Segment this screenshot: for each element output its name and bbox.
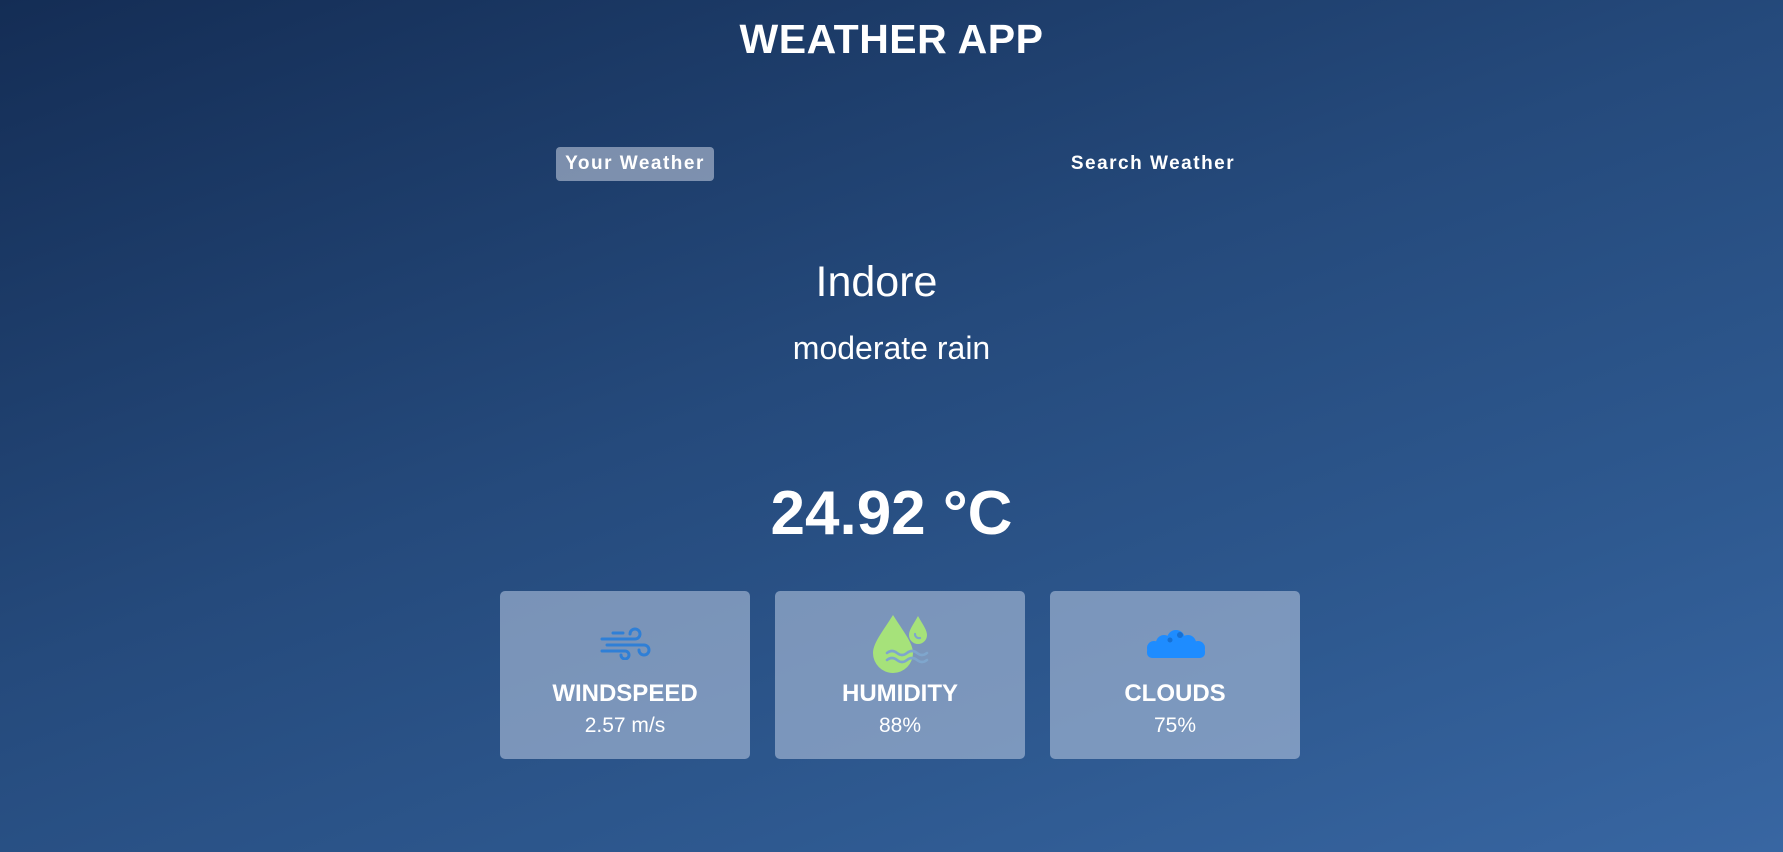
city-name: Indore — [815, 258, 938, 306]
humidity-value: 88% — [878, 714, 922, 737]
app-title: WEATHER APP — [739, 16, 1044, 62]
temperature: 24.92 °C — [770, 479, 1013, 548]
humidity-icon — [775, 613, 1025, 673]
windspeed-label: WINDSPEED — [552, 680, 698, 707]
clouds-value: 75% — [1153, 714, 1197, 737]
humidity-label: HUMIDITY — [842, 680, 958, 707]
humidity-card: HUMIDITY 88% — [775, 591, 1025, 759]
weather-description: moderate rain — [792, 330, 991, 366]
weather-stats: WINDSPEED 2.57 m/s HUMIDITY 88% CLOUDS 7… — [500, 591, 1300, 759]
tab-your-weather[interactable]: Your Weather — [556, 147, 714, 181]
clouds-label: CLOUDS — [1124, 680, 1226, 707]
wind-icon — [500, 613, 750, 673]
tab-search-weather[interactable]: Search Weather — [1060, 147, 1246, 181]
tab-bar: Your Weather Search Weather — [0, 147, 1783, 181]
windspeed-value: 2.57 m/s — [584, 714, 666, 737]
clouds-icon — [1050, 613, 1300, 673]
windspeed-card: WINDSPEED 2.57 m/s — [500, 591, 750, 759]
clouds-card: CLOUDS 75% — [1050, 591, 1300, 759]
